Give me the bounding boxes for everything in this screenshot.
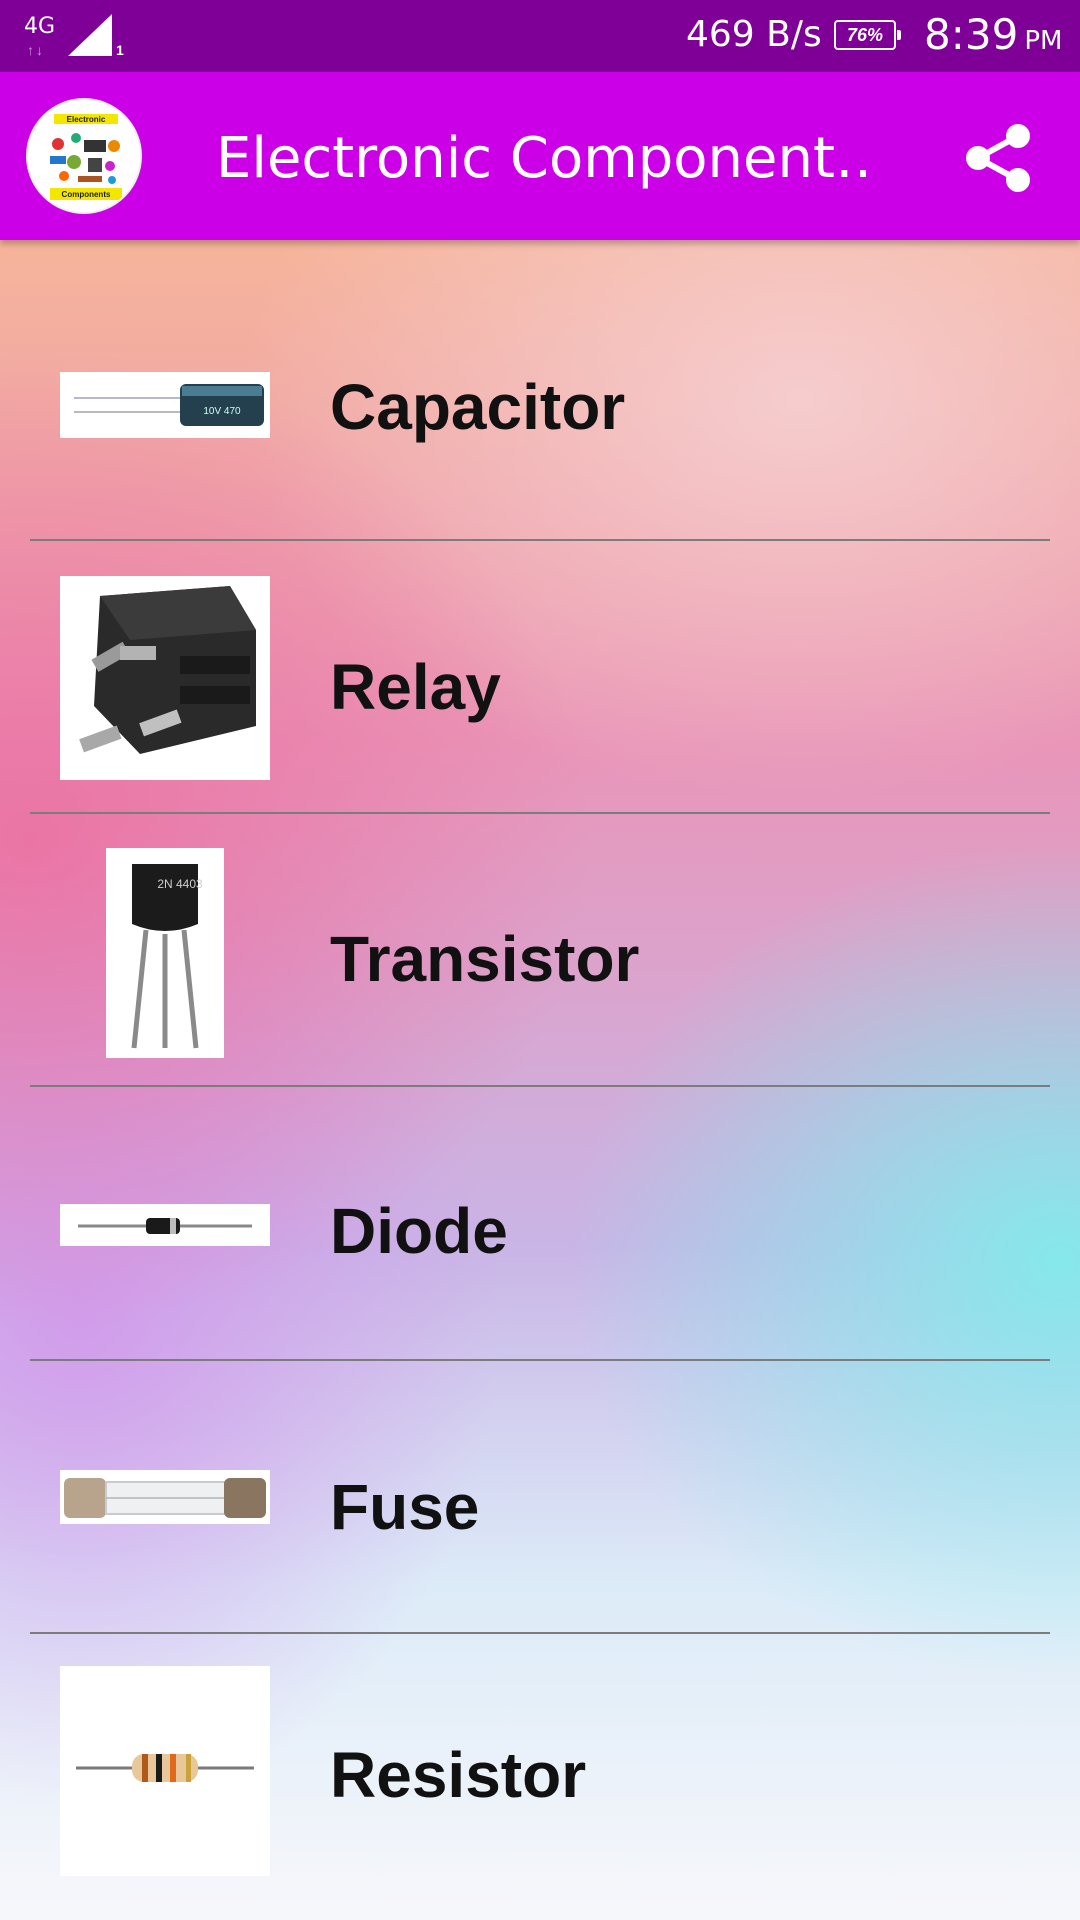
resistor-image (60, 1666, 270, 1876)
item-label: Fuse (330, 1471, 480, 1543)
item-label: Relay (330, 651, 501, 723)
sim-indicator: 1 (116, 42, 124, 58)
clock-ampm: PM (1024, 26, 1063, 56)
svg-text:10V 470: 10V 470 (203, 406, 241, 417)
share-icon (966, 124, 1030, 192)
list-item-diode[interactable]: Diode (0, 1088, 1080, 1360)
network-speed: 469 B/s (686, 14, 822, 55)
logo-text-bottom: Components (62, 190, 111, 199)
app-title: Electronic Component… (216, 126, 866, 191)
list-item-relay[interactable]: Relay (0, 542, 1080, 814)
logo-graphic: Electronic Components (28, 100, 140, 212)
divider (30, 1085, 1050, 1087)
list-item-capacitor[interactable]: 10V 470 Capacitor (0, 240, 1080, 512)
relay-image (60, 576, 270, 780)
item-label: Capacitor (330, 371, 626, 443)
battery-icon: 76% (834, 20, 901, 50)
transistor-marking: 2N 4403 (157, 877, 203, 891)
app-bar: Electronic Components Electronic Compone… (0, 72, 1080, 240)
signal-icon (68, 14, 112, 56)
logo-text-top: Electronic (67, 115, 106, 124)
clock-time: 8:39 (924, 10, 1019, 59)
divider (30, 539, 1050, 541)
list-item-resistor[interactable]: Resistor (0, 1634, 1080, 1906)
capacitor-image: 10V 470 (60, 372, 270, 438)
status-bar: 4G ↑↓ 1 469 B/s 76% 8:39 PM (0, 0, 1080, 72)
transistor-image: 2N 4403 (106, 848, 224, 1058)
list-item-transistor[interactable]: 2N 4403 Transistor (0, 814, 1080, 1086)
data-activity-icon: ↑↓ (27, 42, 45, 58)
share-button[interactable] (960, 120, 1036, 196)
item-label: Transistor (330, 923, 640, 995)
component-list: 10V 470 Capacitor Relay 2N 4403 Transist… (0, 240, 1080, 1920)
clock: 8:39 PM (924, 10, 1062, 59)
fuse-image (60, 1470, 270, 1524)
divider (30, 1359, 1050, 1361)
list-item-fuse[interactable]: Fuse (0, 1362, 1080, 1634)
item-label: Resistor (330, 1739, 587, 1811)
app-logo: Electronic Components (26, 98, 142, 214)
diode-image (60, 1204, 270, 1246)
network-type: 4G (24, 14, 56, 39)
item-label: Diode (330, 1195, 508, 1267)
battery-level: 76% (846, 25, 884, 45)
